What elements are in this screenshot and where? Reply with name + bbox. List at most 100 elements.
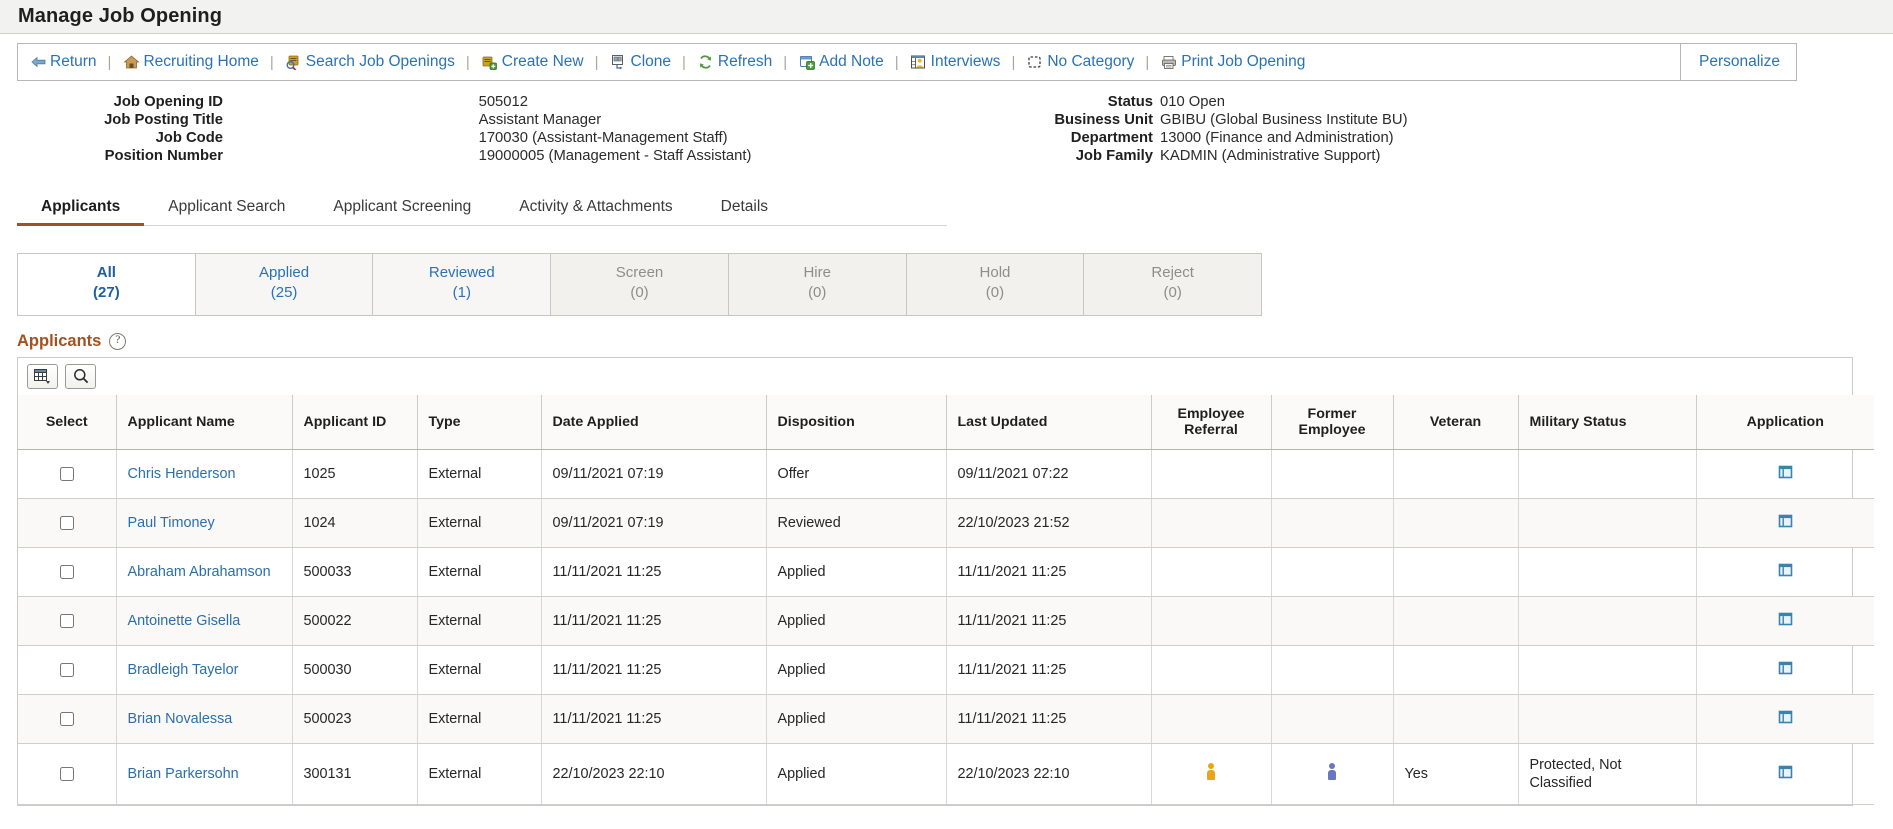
select-checkbox[interactable] — [59, 564, 74, 579]
status-tab-all[interactable]: All (27) — [18, 254, 196, 315]
applicant-name-link[interactable]: Brian Novalessa — [128, 711, 233, 727]
cell-disposition: Offer — [766, 449, 947, 499]
cell-application — [1696, 743, 1874, 805]
select-checkbox[interactable] — [59, 662, 74, 677]
select-checkbox[interactable] — [59, 466, 74, 481]
select-checkbox[interactable] — [59, 766, 74, 781]
status-filter-tabs: All (27) Applied (25) Reviewed (1) Screen (0) Hi… — [17, 253, 1262, 316]
toolbar-item-return[interactable]: Return — [29, 53, 97, 71]
table-row: Antoinette Gisella 500022 External 11/11/20… — [18, 596, 1874, 646]
status-tab-label: Screen — [615, 264, 664, 281]
select-checkbox[interactable] — [59, 613, 74, 628]
grid-toolbar — [17, 356, 1853, 395]
summary-left-column: Job Opening ID 505012 Job Posting Title Ass… — [0, 94, 1000, 164]
cell-applicant-name: Brian Parkersohn — [116, 743, 293, 805]
application-window-icon[interactable] — [1777, 513, 1794, 529]
status-tab-label: Applied — [259, 264, 310, 281]
cell-employee-referral — [1151, 694, 1272, 744]
column-header-applicant-id: Applicant ID — [292, 394, 418, 450]
column-header-disposition: Disposition — [766, 394, 947, 450]
summary-value: Assistant Manager — [478, 112, 602, 128]
tab-applicants[interactable]: Applicants — [17, 198, 145, 226]
applicant-name-link[interactable]: Paul Timoney — [128, 515, 215, 531]
applicant-name-link[interactable]: Bradleigh Tayelor — [128, 662, 239, 678]
toolbar-item-label: Print Job Opening — [1181, 53, 1306, 70]
cell-veteran — [1393, 694, 1519, 744]
table-row: Abraham Abrahamson 500033 External 11/11/20… — [18, 547, 1874, 597]
cell-select — [18, 449, 117, 499]
toolbar-separator: | — [682, 53, 686, 71]
military-status-text: Protected, Not Classified — [1529, 756, 1622, 791]
action-toolbar: Return | Recruiting Home | Search Job Openin… — [17, 43, 1797, 81]
personalize-link[interactable]: Personalize — [1680, 44, 1796, 80]
tab-details[interactable]: Details — [697, 198, 792, 225]
status-tab-label: Reject — [1151, 264, 1194, 281]
applicant-name-link[interactable]: Chris Henderson — [128, 466, 236, 482]
toolbar-item-label: No Category — [1047, 53, 1135, 70]
application-window-icon[interactable] — [1777, 611, 1794, 627]
cell-military-status — [1518, 596, 1697, 646]
cell-select — [18, 547, 117, 597]
cell-applicant-id: 500030 — [292, 645, 418, 695]
toolbar-item-print-job-opening[interactable]: Print Job Opening — [1160, 53, 1305, 71]
toolbar-item-interviews[interactable]: Interviews — [910, 53, 1000, 71]
applicant-name-link[interactable]: Brian Parkersohn — [128, 766, 239, 782]
toolbar-item-clone[interactable]: Clone — [610, 53, 672, 71]
toolbar-item-no-category[interactable]: No Category — [1026, 53, 1134, 71]
column-header-date-applied: Date Applied — [541, 394, 767, 450]
select-checkbox[interactable] — [59, 515, 74, 530]
toolbar-item-search-job-openings[interactable]: Search Job Openings — [285, 53, 455, 71]
page-title: Manage Job Opening — [18, 5, 223, 27]
find-button[interactable] — [65, 363, 96, 389]
toolbar-item-create-new[interactable]: Create New — [481, 53, 584, 71]
interviews-icon — [910, 54, 928, 70]
cell-employee-referral — [1151, 547, 1272, 597]
application-window-icon[interactable] — [1777, 764, 1794, 780]
personalize-grid-button[interactable] — [27, 363, 58, 389]
cell-last-updated: 11/11/2021 11:25 — [946, 645, 1152, 695]
cell-applicant-name: Paul Timoney — [116, 498, 293, 548]
toolbar-item-add-note[interactable]: Add Note — [798, 53, 884, 71]
summary-label: Position Number — [104, 148, 223, 164]
status-tab-count: (0) — [985, 284, 1005, 302]
application-window-icon[interactable] — [1777, 464, 1794, 480]
summary-label: Business Unit — [1054, 112, 1153, 128]
cell-applicant-name: Antoinette Gisella — [116, 596, 293, 646]
toolbar-item-recruiting-home[interactable]: Recruiting Home — [122, 53, 259, 71]
job-opening-summary: Job Opening ID 505012 Job Posting Title Ass… — [0, 94, 1893, 164]
toolbar-item-label: Clone — [630, 53, 672, 70]
application-window-icon[interactable] — [1777, 562, 1794, 578]
select-checkbox[interactable] — [59, 711, 74, 726]
help-icon[interactable]: ? — [109, 332, 127, 350]
applicant-name-link[interactable]: Abraham Abrahamson — [128, 564, 271, 580]
toolbar-item-label: Search Job Openings — [305, 53, 455, 70]
tab-applicant-search[interactable]: Applicant Search — [144, 198, 309, 225]
table-row: Brian Parkersohn 300131 External 22/10/2023… — [18, 743, 1874, 805]
referral-person-icon — [1204, 763, 1218, 780]
status-tab-reviewed[interactable]: Reviewed (1) — [373, 254, 552, 315]
status-tab-screen: Screen (0) — [551, 254, 729, 315]
cell-date-applied: 11/11/2021 11:25 — [541, 547, 767, 597]
cell-military-status: Protected, Not Classified — [1518, 743, 1697, 805]
cell-applicant-id: 500033 — [292, 547, 418, 597]
page-titlebar: Manage Job Opening — [0, 0, 1893, 34]
toolbar-separator: | — [783, 53, 788, 71]
cell-date-applied: 09/11/2021 07:19 — [541, 498, 767, 548]
cell-military-status — [1518, 547, 1697, 597]
cell-applicant-name: Chris Henderson — [116, 449, 293, 499]
application-window-icon[interactable] — [1777, 660, 1794, 676]
applicant-name-link[interactable]: Antoinette Gisella — [128, 613, 241, 629]
tab-applicant-screening[interactable]: Applicant Screening — [309, 198, 495, 225]
application-window-icon[interactable] — [1777, 709, 1794, 725]
summary-label: Job Posting Title — [104, 112, 223, 128]
tab-activity-attachments[interactable]: Activity & Attachments — [495, 198, 696, 225]
toolbar-items: Return | Recruiting Home | Search Job Openin… — [18, 44, 1305, 80]
cell-type: External — [417, 449, 542, 499]
toolbar-item-label: Create New — [501, 53, 584, 70]
cell-employee-referral — [1151, 596, 1272, 646]
toolbar-item-refresh[interactable]: Refresh — [697, 53, 772, 71]
status-tab-applied[interactable]: Applied (25) — [195, 254, 374, 315]
status-tab-hire: Hire (0) — [728, 254, 907, 315]
column-header-military-status: Military Status — [1518, 394, 1697, 450]
summary-value: 505012 — [478, 94, 528, 110]
